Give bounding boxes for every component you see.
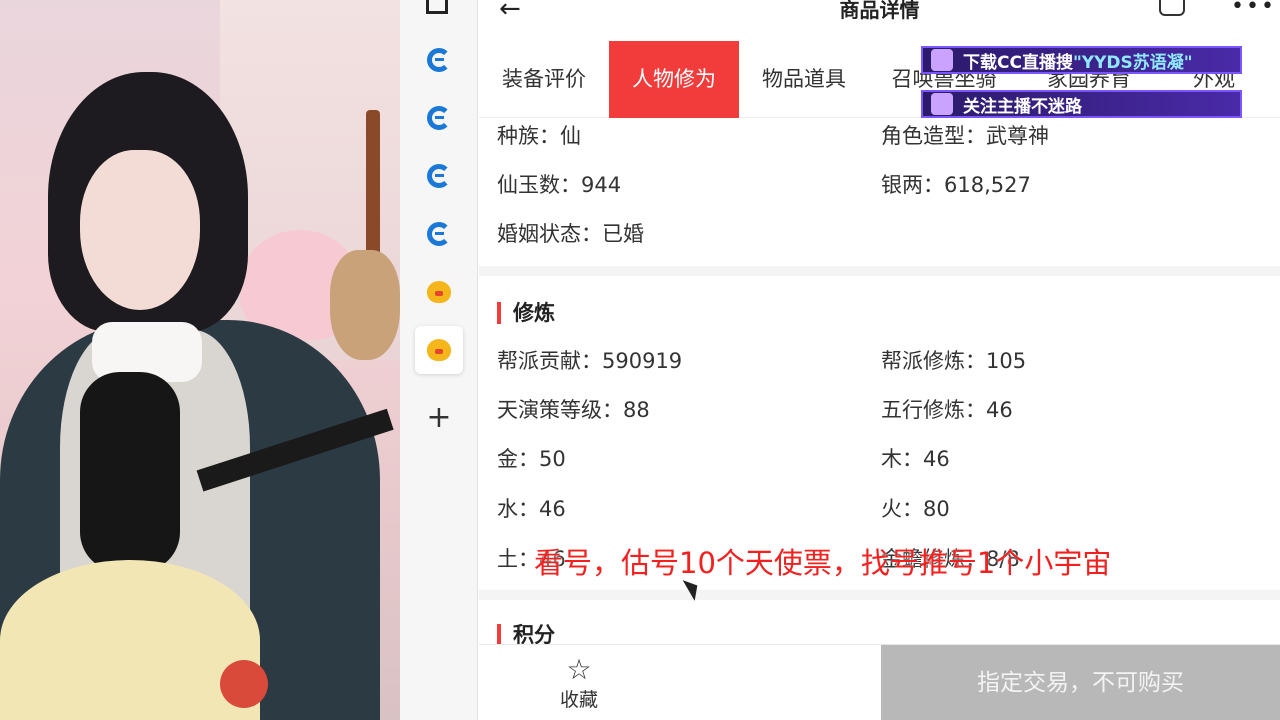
stream-subtitle: 看号，估号10个天使票，找号推号1个小宇宙 <box>534 546 1112 580</box>
section-divider <box>479 590 1280 600</box>
stat-row: 帮派贡献：590919 <box>497 349 683 373</box>
chick-app-icon <box>427 281 451 303</box>
info-silver: 银两：618,527 <box>881 173 1031 197</box>
section-divider <box>479 266 1280 276</box>
stat-row: 木：46 <box>881 447 950 471</box>
favorite-button[interactable]: ☆ 收藏 <box>539 655 619 712</box>
edge-tab-2[interactable] <box>415 94 463 142</box>
plus-icon: + <box>426 400 452 435</box>
buy-button[interactable]: 指定交易，不可购买 <box>881 645 1280 720</box>
stream-banner-download: 下载CC直播搜 "YYDS苏语凝" <box>921 46 1242 74</box>
stat-row: 帮派修炼：105 <box>881 349 1027 373</box>
browser-sidebar: + <box>400 0 478 720</box>
info-model: 角色造型：武尊神 <box>881 124 1049 148</box>
window-icon[interactable] <box>426 0 448 14</box>
section-title-cultivation: 修炼 <box>497 302 555 324</box>
tab-equipment-review[interactable]: 装备评价 <box>479 41 609 118</box>
more-icon[interactable]: ••• <box>1231 0 1276 19</box>
section-title-points: 积分 <box>497 624 555 644</box>
download-icon <box>931 49 953 71</box>
stat-row: 金：50 <box>497 447 566 471</box>
top-bar: ← 商品详情 ••• <box>479 0 1280 40</box>
star-icon: ☆ <box>566 653 592 686</box>
chick-tab-2[interactable] <box>415 326 463 374</box>
edge-icon <box>427 48 451 72</box>
tab-items[interactable]: 物品道具 <box>739 41 869 118</box>
favorite-label: 收藏 <box>559 689 598 711</box>
stream-banner-follow: 关注主播不迷路 <box>921 90 1242 118</box>
share-icon[interactable] <box>1159 0 1185 16</box>
tab-character-cultivation[interactable]: 人物修为 <box>609 41 739 118</box>
edge-tab-4[interactable] <box>415 210 463 258</box>
info-marriage: 婚姻状态：已婚 <box>497 222 644 246</box>
stat-row: 火：80 <box>881 497 950 521</box>
stat-row: 五行修炼：46 <box>881 398 1013 422</box>
edge-icon <box>427 106 451 130</box>
chick-app-icon <box>427 339 451 361</box>
info-jade: 仙玉数：944 <box>497 173 622 197</box>
new-tab-button[interactable]: + <box>415 394 463 442</box>
edge-tab-3[interactable] <box>415 152 463 200</box>
info-race: 种族：仙 <box>497 124 581 148</box>
webcam-feed <box>0 0 400 720</box>
heart-icon <box>931 93 953 115</box>
stat-row: 天演策等级：88 <box>497 398 650 422</box>
bottom-bar: ☆ 收藏 指定交易，不可购买 <box>479 644 1280 720</box>
edge-tab-1[interactable] <box>415 36 463 84</box>
edge-icon <box>427 164 451 188</box>
edge-icon <box>427 222 451 246</box>
stat-row: 水：46 <box>497 497 566 521</box>
chick-tab-1[interactable] <box>415 268 463 316</box>
